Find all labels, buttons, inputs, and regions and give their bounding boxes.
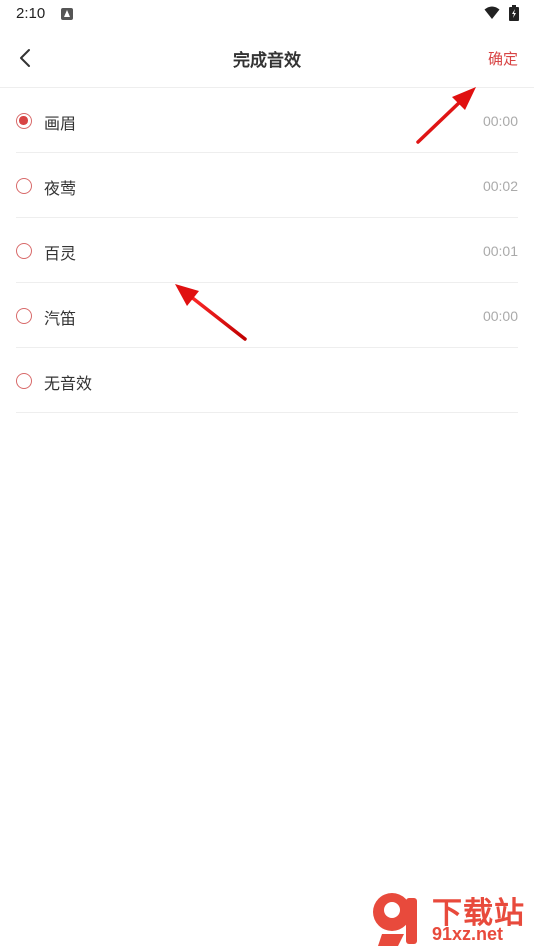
sound-name: 夜莺	[44, 179, 77, 198]
wifi-icon	[484, 6, 500, 19]
sound-duration: 00:02	[482, 178, 518, 194]
sound-item-qidi[interactable]: 汽笛 00:00	[16, 283, 518, 348]
radio-button-selected[interactable]	[16, 113, 32, 129]
radio-button[interactable]	[16, 373, 32, 389]
radio-button[interactable]	[16, 243, 32, 259]
confirm-button[interactable]: 确定	[488, 48, 518, 69]
radio-button[interactable]	[16, 178, 32, 194]
watermark: 下载站 91xz.net	[366, 888, 534, 950]
app-notification-icon	[61, 8, 73, 20]
sound-duration: 00:00	[482, 308, 518, 324]
sound-item-bailing[interactable]: 百灵 00:01	[16, 218, 518, 283]
sound-name: 百灵	[44, 244, 77, 263]
status-bar: 2:10	[0, 0, 534, 28]
status-time: 2:10	[16, 5, 46, 22]
sound-name: 画眉	[44, 114, 77, 133]
sound-duration: 00:01	[482, 243, 518, 259]
sound-name: 无音效	[44, 374, 93, 393]
sound-item-huamei[interactable]: 画眉 00:00	[16, 88, 518, 153]
watermark-url: 91xz.net	[432, 924, 504, 944]
sound-item-yeying[interactable]: 夜莺 00:02	[16, 153, 518, 218]
radio-button[interactable]	[16, 308, 32, 324]
sound-name: 汽笛	[44, 309, 77, 328]
sound-duration: 00:00	[482, 113, 518, 129]
watermark-logo	[373, 893, 417, 946]
battery-icon	[509, 5, 519, 21]
page-title: 完成音效	[233, 51, 301, 71]
sound-list: 画眉 00:00 夜莺 00:02 百灵 00:01 汽笛 00:00 无音效	[16, 88, 518, 413]
sound-item-none[interactable]: 无音效	[16, 348, 518, 413]
nav-bar: 完成音效 确定	[0, 28, 534, 88]
